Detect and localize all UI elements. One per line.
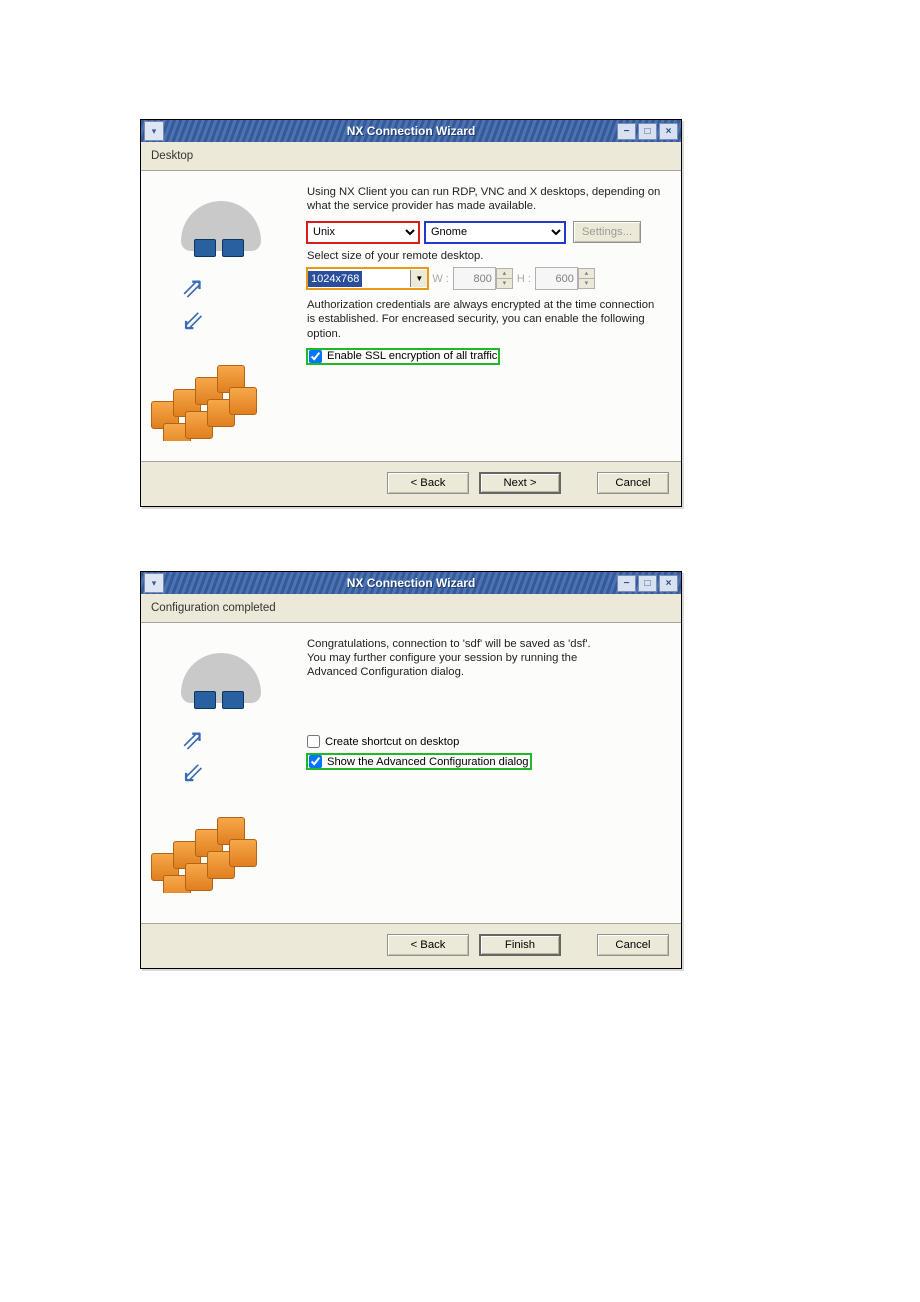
back-button[interactable]: < Back xyxy=(387,934,469,956)
wizard-illustration: ⇗⇙ xyxy=(141,171,301,461)
shortcut-checkbox-row[interactable]: Create shortcut on desktop xyxy=(307,735,459,748)
width-label: W : xyxy=(432,273,449,285)
desktop-env-select[interactable]: Gnome xyxy=(425,222,565,243)
content-panel: ⇗⇙ Using NX Client you can run RDP, VNC … xyxy=(141,170,681,462)
step-title: Desktop xyxy=(141,142,681,170)
ssl-checkbox[interactable] xyxy=(309,350,322,363)
form-area: Using NX Client you can run RDP, VNC and… xyxy=(301,171,681,461)
auth-note: Authorization credentials are always enc… xyxy=(307,298,663,340)
advanced-config-checkbox-label: Show the Advanced Configuration dialog xyxy=(327,756,529,768)
step-title: Configuration completed xyxy=(141,594,681,622)
cancel-button[interactable]: Cancel xyxy=(597,472,669,494)
cancel-button[interactable]: Cancel xyxy=(597,934,669,956)
resolution-dropdown-arrow-icon[interactable]: ▼ xyxy=(410,270,427,287)
wizard-footer: < Back Next > Cancel xyxy=(141,462,681,506)
ssl-checkbox-label: Enable SSL encryption of all traffic xyxy=(327,350,497,362)
congrats-text: Congratulations, connection to 'sdf' wil… xyxy=(307,637,607,679)
nx-wizard-desktop-step: ▾ NX Connection Wizard − □ × Desktop ⇗⇙ xyxy=(140,119,682,507)
width-field xyxy=(453,267,496,290)
nx-wizard-completed-step: ▾ NX Connection Wizard − □ × Configurati… xyxy=(140,571,682,969)
wizard-footer: < Back Finish Cancel xyxy=(141,924,681,968)
finish-button[interactable]: Finish xyxy=(479,934,561,956)
ssl-checkbox-row[interactable]: Enable SSL encryption of all traffic xyxy=(309,350,497,363)
height-spinner: ▴▾ xyxy=(578,268,595,289)
size-label: Select size of your remote desktop. xyxy=(307,249,663,263)
settings-button: Settings... xyxy=(573,221,641,243)
back-button[interactable]: < Back xyxy=(387,472,469,494)
height-label: H : xyxy=(517,273,531,285)
window-title: NX Connection Wizard xyxy=(141,124,681,138)
wizard-illustration: ⇗⇙ xyxy=(141,623,301,923)
advanced-config-checkbox-row[interactable]: Show the Advanced Configuration dialog xyxy=(309,755,529,768)
shortcut-checkbox-label: Create shortcut on desktop xyxy=(325,736,459,748)
os-select[interactable]: Unix xyxy=(307,222,419,243)
shortcut-checkbox[interactable] xyxy=(307,735,320,748)
form-area: Congratulations, connection to 'sdf' wil… xyxy=(301,623,681,923)
titlebar[interactable]: ▾ NX Connection Wizard − □ × xyxy=(141,120,681,142)
window-title: NX Connection Wizard xyxy=(141,576,681,590)
titlebar[interactable]: ▾ NX Connection Wizard − □ × xyxy=(141,572,681,594)
advanced-config-checkbox[interactable] xyxy=(309,755,322,768)
height-field xyxy=(535,267,578,290)
content-panel: ⇗⇙ Congratulations, connection to 'sdf' … xyxy=(141,622,681,924)
intro-text: Using NX Client you can run RDP, VNC and… xyxy=(307,185,663,213)
resolution-value[interactable]: 1024x768 xyxy=(308,271,362,287)
width-spinner: ▴▾ xyxy=(496,268,513,289)
next-button[interactable]: Next > xyxy=(479,472,561,494)
